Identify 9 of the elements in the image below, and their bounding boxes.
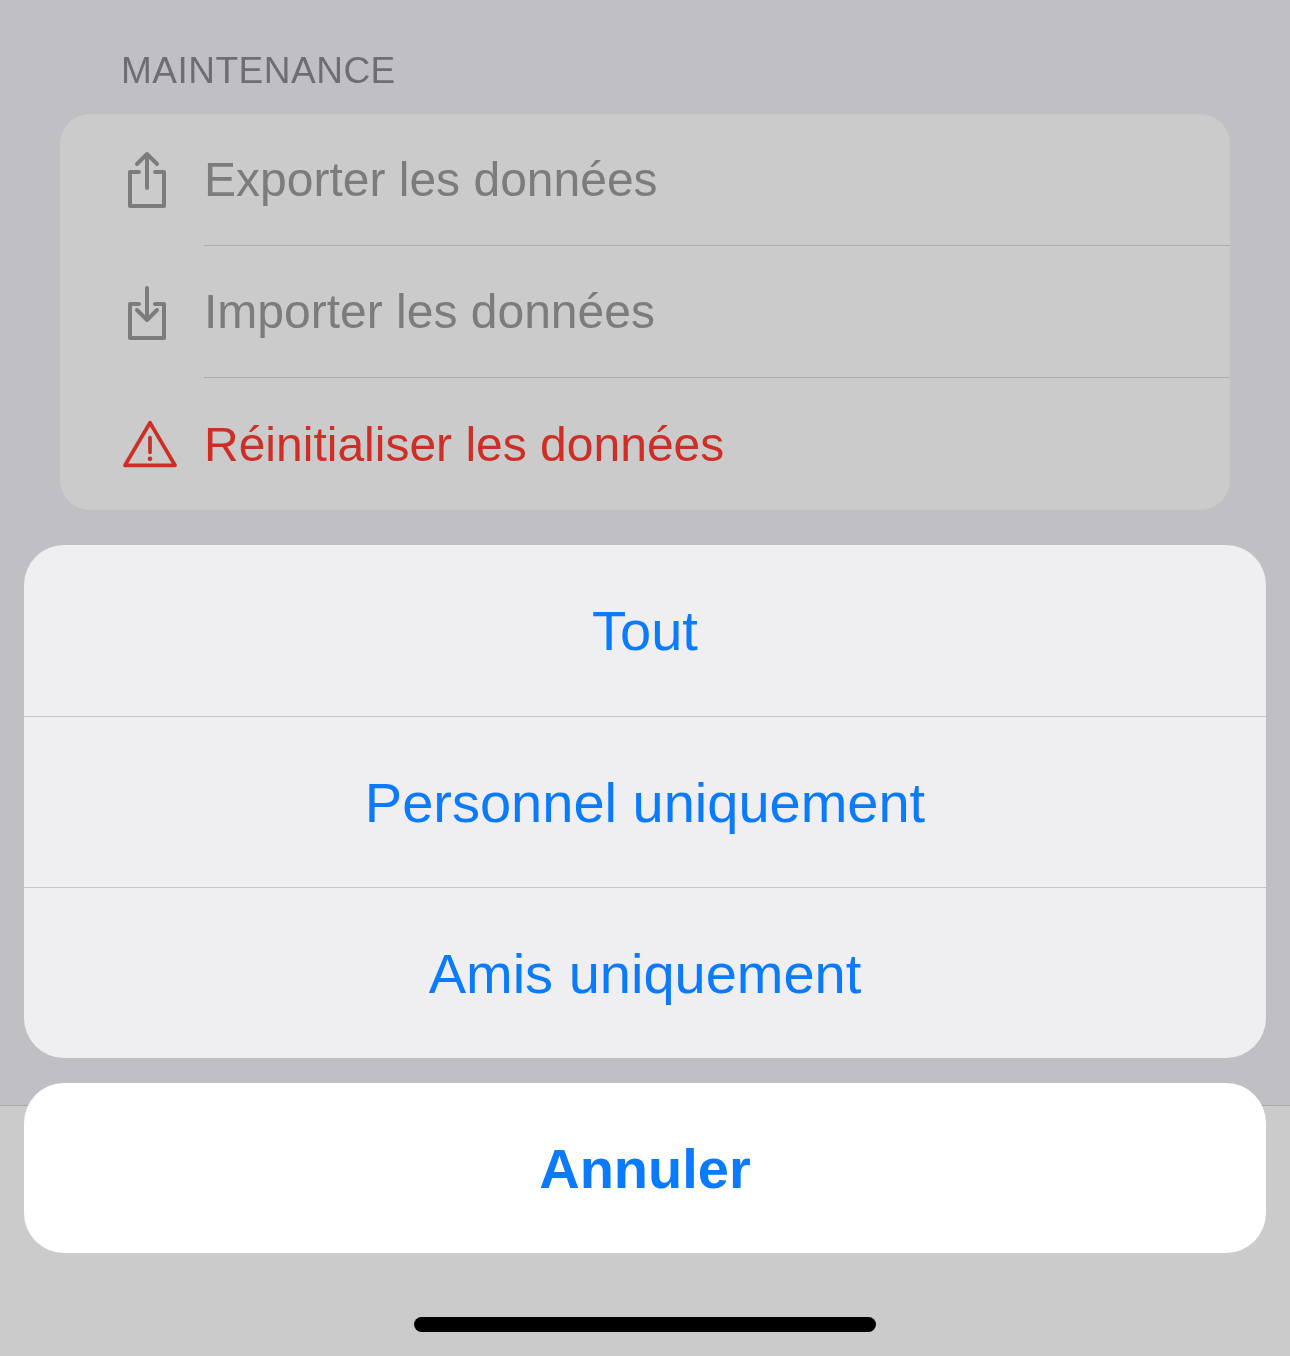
cancel-button[interactable]: Annuler: [24, 1083, 1266, 1253]
settings-item[interactable]: Importer les données: [204, 284, 655, 339]
section-header: MAINTENANCE: [121, 50, 397, 92]
warning-icon: [122, 419, 178, 469]
option-button[interactable]: Amis uniquement: [24, 887, 1266, 1058]
settings-item[interactable]: Exporter les données: [204, 152, 658, 207]
option-button[interactable]: Personnel uniquement: [24, 716, 1266, 887]
option-button[interactable]: Tout: [24, 545, 1266, 716]
settings-item[interactable]: Réinitialiser les données: [204, 416, 725, 472]
